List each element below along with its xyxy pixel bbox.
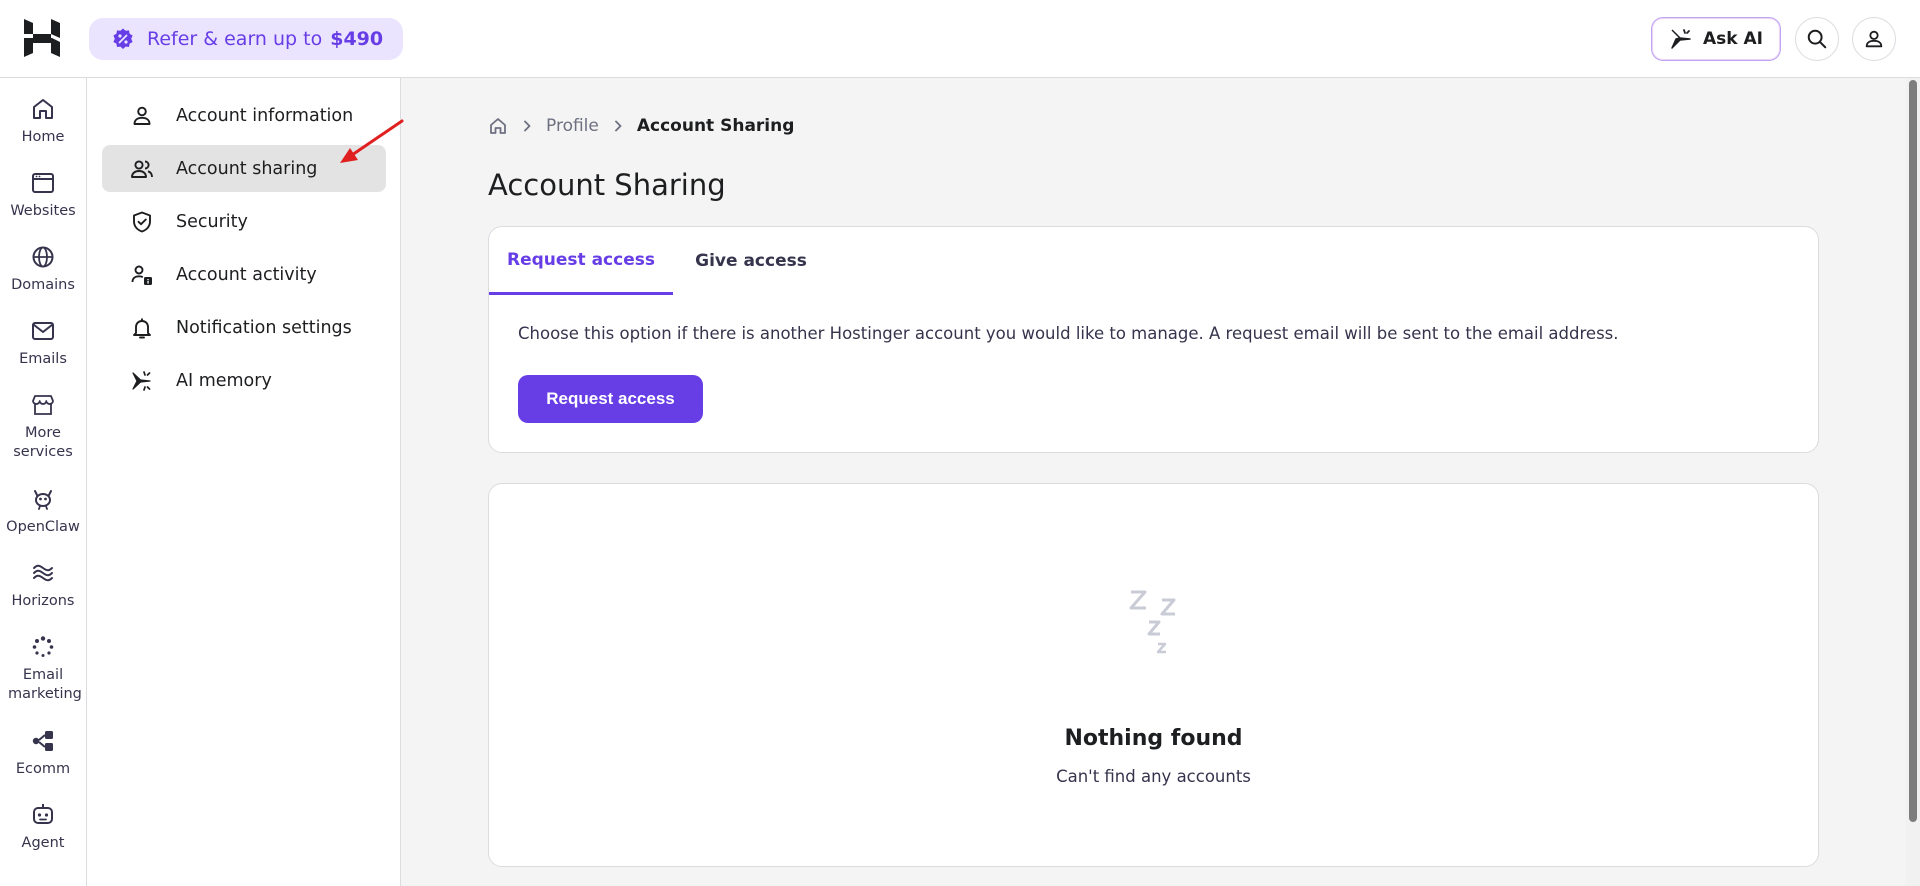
annotation-arrow [340,119,404,163]
account-activity-icon [131,265,152,285]
subnav-label: Account activity [176,264,317,285]
rail-label: Horizons [11,593,75,609]
mail-icon [32,322,54,340]
refer-amount: $490 [330,28,384,50]
rail-label: Home [21,129,65,145]
empty-state-title: Nothing found [1064,726,1243,751]
subnav-item-ai-memory[interactable]: AI memory [102,357,386,404]
chevron-right-icon [524,120,531,132]
profile-subnav: Account information Account sharing Secu… [87,78,401,886]
rail-item-horizons[interactable]: Horizons [0,560,86,611]
refer-earn-button[interactable]: Refer & earn up to $490 [89,18,404,60]
user-icon [1865,30,1883,48]
tab-request-access[interactable]: Request access [489,227,673,295]
subnav-item-security[interactable]: Security [102,198,386,245]
rail-item-domains[interactable]: Domains [0,244,86,295]
home-icon [33,99,53,119]
globe-icon [32,246,54,268]
empty-state-subtitle: Can't find any accounts [1056,767,1251,786]
page-scrollbar[interactable] [1906,78,1920,886]
top-bar: Refer & earn up to $490 Ask AI [0,0,1920,78]
ask-ai-sparkle-icon [1671,29,1691,49]
subnav-label: Account information [176,105,354,126]
subnav-item-notification-settings[interactable]: Notification settings [102,304,386,351]
main-nav-rail: Home Websites Domains Emails More servic… [0,78,87,886]
chevron-right-icon [614,120,622,132]
websites-icon [32,173,54,193]
home-icon[interactable] [488,116,508,136]
people-icon [131,159,153,178]
rail-item-email-marketing[interactable]: Email marketing [0,634,86,704]
hostinger-logo[interactable] [22,17,62,59]
horizons-icon [33,564,53,582]
tab-give-access[interactable]: Give access [673,227,829,295]
bell-icon [133,318,151,338]
rail-label: More services [13,425,73,460]
request-description: Choose this option if there is another H… [518,324,1619,343]
openclaw-icon [34,490,52,510]
subnav-label: Security [176,211,248,232]
rail-label: Email marketing [8,667,82,702]
rail-item-agent[interactable]: Agent [0,802,86,853]
breadcrumb-profile[interactable]: Profile [546,116,599,136]
breadcrumb: Profile Account Sharing [488,116,794,136]
agent-icon [33,804,53,824]
ask-ai-label: Ask AI [1703,29,1763,49]
subnav-label: Notification settings [176,317,352,338]
search-icon [1807,29,1827,49]
person-icon [133,106,151,125]
sleeping-zzz-icon [1129,590,1176,654]
rail-item-openclaw[interactable]: OpenClaw [0,486,86,537]
subnav-label: Account sharing [176,158,318,179]
rail-label: Domains [11,277,75,293]
subnav-label: AI memory [176,370,272,391]
search-button[interactable] [1795,17,1839,61]
ai-sparkle-icon [132,370,151,391]
refer-badge-icon [113,28,133,49]
accounts-list-card: Nothing found Can't find any accounts [488,483,1819,867]
email-marketing-icon [32,636,54,657]
rail-item-home[interactable]: Home [0,96,86,147]
store-icon [32,395,54,415]
rail-label: Websites [10,203,76,219]
rail-label: Ecomm [15,761,71,777]
rail-item-more-services[interactable]: More services [0,392,86,462]
profile-button[interactable] [1852,17,1896,61]
rail-item-emails[interactable]: Emails [0,318,86,369]
page-title: Account Sharing [488,168,726,202]
ask-ai-button[interactable]: Ask AI [1651,17,1781,61]
rail-item-websites[interactable]: Websites [0,170,86,221]
rail-label: OpenClaw [6,519,80,535]
subnav-item-account-activity[interactable]: Account activity [102,251,386,298]
breadcrumb-current: Account Sharing [636,116,795,136]
tabs: Request access Give access [489,227,1818,295]
request-access-card: Request access Give access Choose this o… [488,226,1819,453]
shield-icon [133,211,151,232]
rail-label: Agent [21,835,65,851]
ecomm-icon [32,731,53,751]
rail-item-ecomm[interactable]: Ecomm [0,728,86,779]
scrollbar-thumb[interactable] [1909,80,1917,822]
refer-text: Refer & earn up to [147,28,323,50]
rail-label: Emails [19,351,67,367]
request-access-button[interactable]: Request access [518,375,703,423]
